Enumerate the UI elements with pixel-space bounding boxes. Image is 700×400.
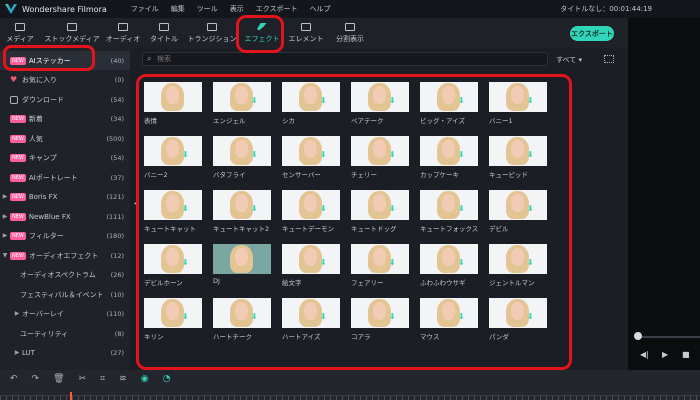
search-row: ⌕ すべて ▾ [130, 48, 628, 70]
tab-transitions[interactable]: トランジション [188, 20, 237, 46]
new-badge: NEW [10, 134, 26, 143]
undo-icon[interactable]: ↶ [10, 374, 18, 384]
menu-view[interactable]: 表示 [230, 4, 244, 14]
sidebar-item-ai-portrait[interactable]: NEW AIポートレート (37) [0, 168, 130, 187]
new-badge: NEW [10, 153, 26, 162]
transition-icon [207, 22, 217, 31]
search-icon: ⌕ [147, 54, 152, 63]
new-badge: NEW [10, 173, 26, 182]
new-badge: NEW [10, 212, 26, 221]
sidebar-item-filters[interactable]: ▶ NEW フィルター (180) [0, 226, 130, 245]
sidebar-item-festival-events[interactable]: フェスティバル＆イベント (10) [0, 285, 130, 304]
caret-right-icon: ▶ [14, 349, 20, 356]
play-icon[interactable]: ▶ [662, 350, 668, 359]
new-badge: NEW [10, 114, 26, 123]
preview-scrub-bar[interactable] [638, 336, 700, 338]
split-screen-icon [345, 22, 355, 31]
menu-export[interactable]: エクスポート [256, 4, 298, 14]
sidebar-item-favorites[interactable]: ♥ お気に入り (0) [0, 70, 130, 89]
effects-sidebar: NEW AIステッカー (40) ♥ お気に入り (0) ダウンロード (54) NEW 新… [0, 48, 130, 370]
search-input[interactable] [157, 55, 517, 63]
folder-icon [15, 22, 25, 31]
tab-audio[interactable]: オーディオ [106, 20, 140, 46]
sidebar-item-lut[interactable]: ▶ LUT (27) [0, 343, 130, 362]
export-button[interactable]: エクスポート [570, 26, 614, 41]
element-icon [301, 22, 311, 31]
filmora-logo-icon [4, 2, 18, 16]
title-bar: Wondershare Filmora ファイル 編集 ツール 表示 エクスポー… [0, 0, 700, 18]
user-icon [10, 95, 18, 104]
delete-icon[interactable]: 🗑 [53, 374, 64, 384]
sidebar-item-audio-effects[interactable]: ▼ NEW オーディオエフェクト (12) [0, 246, 130, 265]
caret-right-icon: ▶ [2, 232, 8, 239]
sidebar-item-boris-fx[interactable]: ▶ NEW Boris FX (121) [0, 187, 130, 206]
heart-icon: ♥ [10, 74, 18, 84]
caret-right-icon: ▶ [2, 193, 8, 200]
preview-scrub-handle[interactable] [634, 332, 642, 340]
tab-elements[interactable]: エレメント [288, 20, 324, 46]
music-note-icon [118, 22, 128, 31]
timeline-ruler[interactable] [0, 395, 700, 400]
sidebar-item-audio-spectrum[interactable]: オーディオスペクトラム (26) [0, 265, 130, 284]
project-title-duration: タイトルなし：00:01:44:19 [560, 5, 652, 13]
color-match-icon[interactable]: ◉ [141, 374, 149, 384]
caret-right-icon: ▶ [2, 213, 8, 220]
preview-panel: ◀| ▶ ■ [628, 18, 700, 370]
sidebar-item-download[interactable]: ダウンロード (54) [0, 90, 130, 109]
new-badge: NEW [10, 192, 26, 201]
app-name: Wondershare Filmora [22, 4, 107, 14]
cut-icon[interactable]: ✂ [79, 374, 87, 384]
speed-icon[interactable]: ◔ [163, 374, 171, 384]
tab-titles[interactable]: タイトル [148, 20, 180, 46]
text-icon [159, 22, 169, 31]
sidebar-item-overlay[interactable]: ▶ オーバーレイ (110) [0, 304, 130, 323]
crop-icon[interactable]: ⌗ [100, 374, 105, 384]
audio-wave-icon[interactable]: ≋ [119, 374, 127, 384]
redo-icon[interactable]: ↷ [32, 374, 40, 384]
sidebar-item-new[interactable]: NEW 新着 (34) [0, 109, 130, 128]
new-badge: NEW [10, 231, 26, 240]
filter-dropdown[interactable]: すべて ▾ [556, 55, 582, 65]
timeline-toolbar: ↶ ↷ 🗑 ✂ ⌗ ≋ ◉ ◔ [0, 370, 700, 400]
tab-split-screen[interactable]: 分割表示 [332, 20, 368, 46]
annotation-highlight-ai-sticker [3, 45, 95, 71]
sidebar-item-popular[interactable]: NEW 人気 (500) [0, 129, 130, 148]
menu-tools[interactable]: ツール [197, 4, 218, 14]
grid-view-icon[interactable] [604, 55, 614, 63]
stock-media-icon [67, 22, 77, 31]
sidebar-item-newblue-fx[interactable]: ▶ NEW NewBlue FX (111) [0, 207, 130, 226]
menu-edit[interactable]: 編集 [171, 4, 185, 14]
search-box[interactable]: ⌕ [142, 52, 548, 66]
playhead[interactable] [70, 392, 72, 400]
menu-file[interactable]: ファイル [131, 4, 159, 14]
step-back-icon[interactable]: ◀| [640, 350, 649, 359]
sidebar-item-camp[interactable]: NEW キャンプ (54) [0, 148, 130, 167]
tab-media[interactable]: メディア [6, 20, 34, 46]
annotation-highlight-effects-grid [136, 74, 572, 370]
new-badge: NEW [10, 251, 26, 260]
annotation-highlight-effects-tab [236, 15, 284, 53]
tab-stock-media[interactable]: ストックメディア [44, 20, 100, 46]
module-toolbar: メディア ストックメディア オーディオ タイトル トランジション エフェクト エ… [0, 18, 628, 48]
menu-help[interactable]: ヘルプ [310, 4, 331, 14]
menu-bar: ファイル 編集 ツール 表示 エクスポート ヘルプ [131, 4, 331, 14]
stop-icon[interactable]: ■ [682, 350, 690, 359]
sidebar-item-utility[interactable]: ユーティリティ (8) [0, 324, 130, 343]
caret-right-icon: ▶ [14, 310, 20, 317]
caret-down-icon: ▼ [2, 252, 8, 259]
